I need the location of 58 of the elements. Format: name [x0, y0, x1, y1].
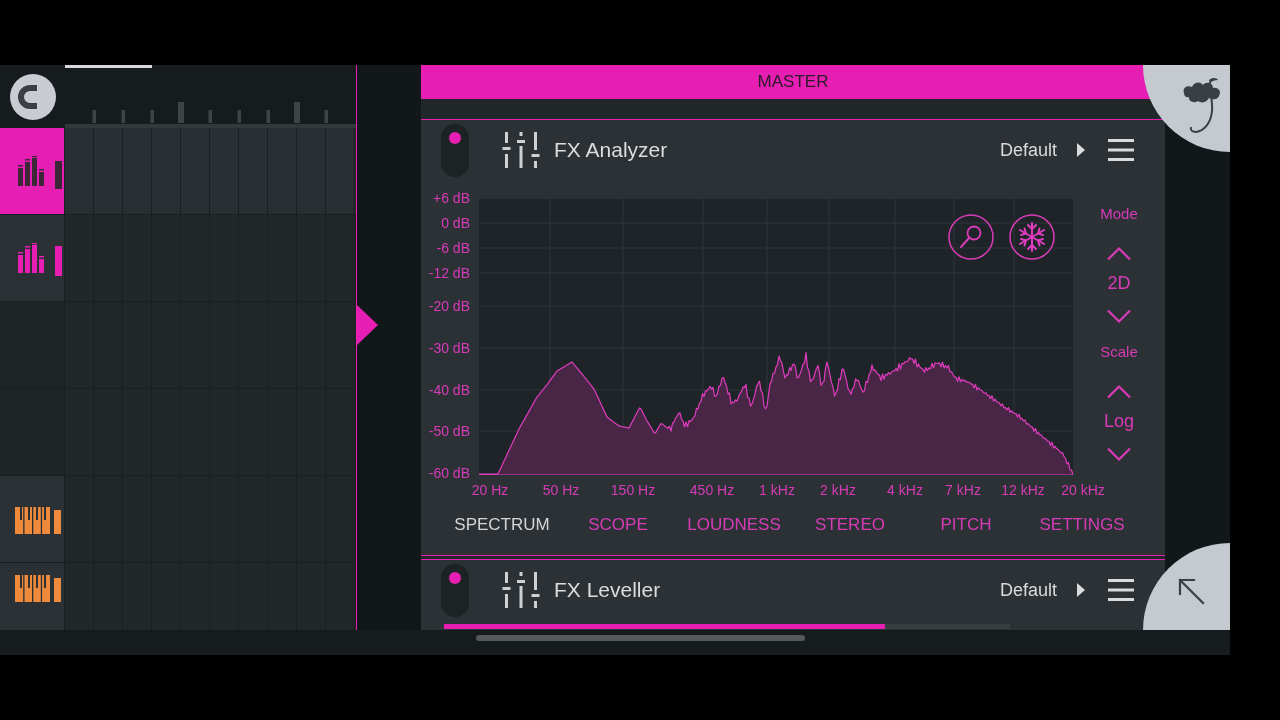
- toggle-switch[interactable]: [441, 123, 469, 177]
- effect-name: FX Analyzer: [554, 138, 669, 162]
- x-axis-label: 50 Hz: [542, 481, 580, 499]
- chevron-up-icon[interactable]: [1106, 384, 1132, 399]
- x-axis-label: 7 kHz: [945, 481, 981, 499]
- meter-bar-icon: [55, 246, 62, 276]
- menu-icon[interactable]: [1108, 579, 1134, 601]
- meter-bar-icon: [54, 510, 61, 534]
- setting-value: Log: [1103, 410, 1134, 432]
- x-axis-label: 4 kHz: [887, 481, 923, 499]
- bar-chart-icon: [17, 243, 45, 273]
- tab[interactable]: SPECTRUM: [444, 510, 560, 540]
- preset-name[interactable]: Default: [999, 139, 1057, 161]
- y-axis-label: -60 dB: [428, 464, 470, 482]
- y-axis-label: -50 dB: [428, 422, 470, 440]
- bar-chart-icon: [17, 156, 45, 186]
- chevron-down-icon[interactable]: [1106, 447, 1132, 462]
- caret-right-icon[interactable]: [1077, 143, 1085, 157]
- x-axis-label: 1 kHz: [759, 481, 795, 499]
- meter-bar-icon: [54, 578, 61, 602]
- tab[interactable]: SCOPE: [560, 510, 676, 540]
- sliders-icon: [502, 132, 540, 168]
- y-axis-label: 0 dB: [441, 214, 470, 232]
- chevron-up-icon[interactable]: [1106, 246, 1132, 261]
- meter-bar-icon: [55, 159, 62, 189]
- menu-icon[interactable]: [1108, 139, 1134, 161]
- tab[interactable]: SETTINGS: [1024, 510, 1140, 540]
- tab[interactable]: LOUDNESS: [676, 510, 792, 540]
- x-axis-label: 2 kHz: [820, 481, 856, 499]
- y-axis-label: -12 dB: [428, 264, 470, 282]
- x-axis-label: 450 Hz: [689, 481, 735, 499]
- x-axis-label: 12 kHz: [1001, 481, 1045, 499]
- toggle-switch[interactable]: [441, 563, 469, 617]
- tab[interactable]: STEREO: [792, 510, 908, 540]
- snowflake-icon[interactable]: [1009, 214, 1055, 260]
- setting-label: Scale: [1100, 342, 1138, 362]
- scrollbar-thumb[interactable]: [476, 635, 805, 641]
- magnet-icon[interactable]: [9, 73, 56, 120]
- preset-name[interactable]: Default: [999, 579, 1057, 601]
- setting-value: 2D: [1107, 272, 1131, 294]
- setting-label: Mode: [1100, 204, 1138, 224]
- search-icon[interactable]: [948, 214, 994, 260]
- y-axis-label: +6 dB: [433, 189, 470, 207]
- effect-name: FX Leveller: [554, 578, 662, 602]
- y-axis-label: -30 dB: [428, 339, 470, 357]
- x-axis-label: 150 Hz: [610, 481, 656, 499]
- x-axis-label: 20 kHz: [1061, 481, 1105, 499]
- x-axis-label: 20 Hz: [471, 481, 509, 499]
- chevron-down-icon[interactable]: [1106, 309, 1132, 324]
- piano-keys-icon: [15, 507, 50, 534]
- tab[interactable]: PITCH: [908, 510, 1024, 540]
- y-axis-label: -6 dB: [436, 239, 470, 257]
- caret-right-icon[interactable]: [1077, 583, 1085, 597]
- piano-keys-icon: [15, 575, 50, 602]
- y-axis-label: -20 dB: [428, 297, 470, 315]
- arrow-up-left-icon: [1177, 577, 1205, 605]
- sliders-icon: [502, 572, 540, 608]
- y-axis-label: -40 dB: [428, 381, 470, 399]
